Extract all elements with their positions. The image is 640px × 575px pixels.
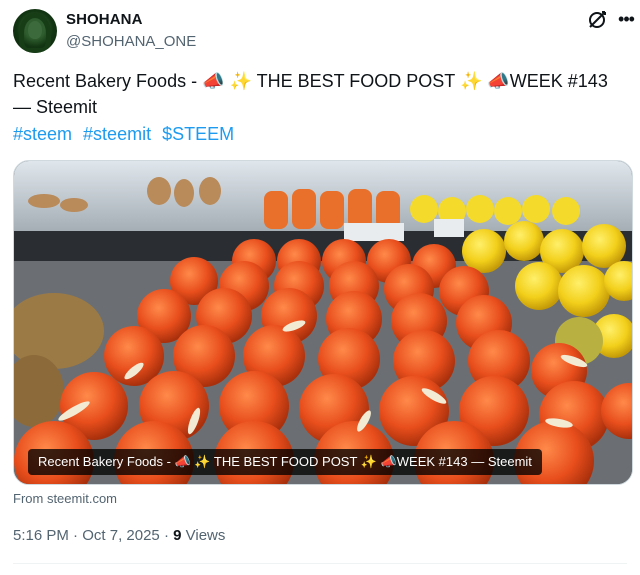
card-source[interactable]: From steemit.com — [13, 491, 117, 506]
card-image — [14, 161, 632, 484]
avatar-face — [28, 21, 42, 39]
tweet-header: SHOHANA @SHOHANA_ONE ••• — [13, 9, 635, 55]
tweet-time[interactable]: 5:16 PM — [13, 527, 69, 544]
tweet-meta: 5:16 PM · Oct 7, 2025 · 9 Views — [13, 527, 225, 544]
card-title: Recent Bakery Foods - 📣 ✨ THE BEST FOOD … — [28, 449, 542, 475]
hashtag-list: #steem #steemit $STEEM — [13, 122, 240, 146]
tweet-date[interactable]: Oct 7, 2025 — [82, 527, 160, 544]
more-icon[interactable]: ••• — [615, 9, 637, 31]
author-name[interactable]: SHOHANA — [66, 11, 143, 28]
hashtag-link[interactable]: #steemit — [83, 124, 151, 144]
link-card[interactable]: Recent Bakery Foods - 📣 ✨ THE BEST FOOD … — [13, 160, 633, 485]
hashtag-link[interactable]: #steem — [13, 124, 72, 144]
tweet-text: Recent Bakery Foods - 📣 ✨ THE BEST FOOD … — [13, 68, 628, 120]
divider — [13, 563, 627, 564]
tweet-text-line1: Recent Bakery Foods - 📣 ✨ THE BEST FOOD … — [13, 71, 608, 91]
meta-separator: · — [73, 527, 79, 544]
author-handle[interactable]: @SHOHANA_ONE — [66, 33, 196, 50]
grok-icon[interactable] — [586, 9, 608, 31]
views-count: 9 — [173, 527, 182, 544]
meta-separator: · — [163, 527, 169, 544]
avatar[interactable] — [13, 9, 57, 53]
cashtag-link[interactable]: $STEEM — [162, 124, 234, 144]
tweet-text-line2: — Steemit — [13, 97, 98, 117]
views-label: Views — [185, 527, 226, 544]
